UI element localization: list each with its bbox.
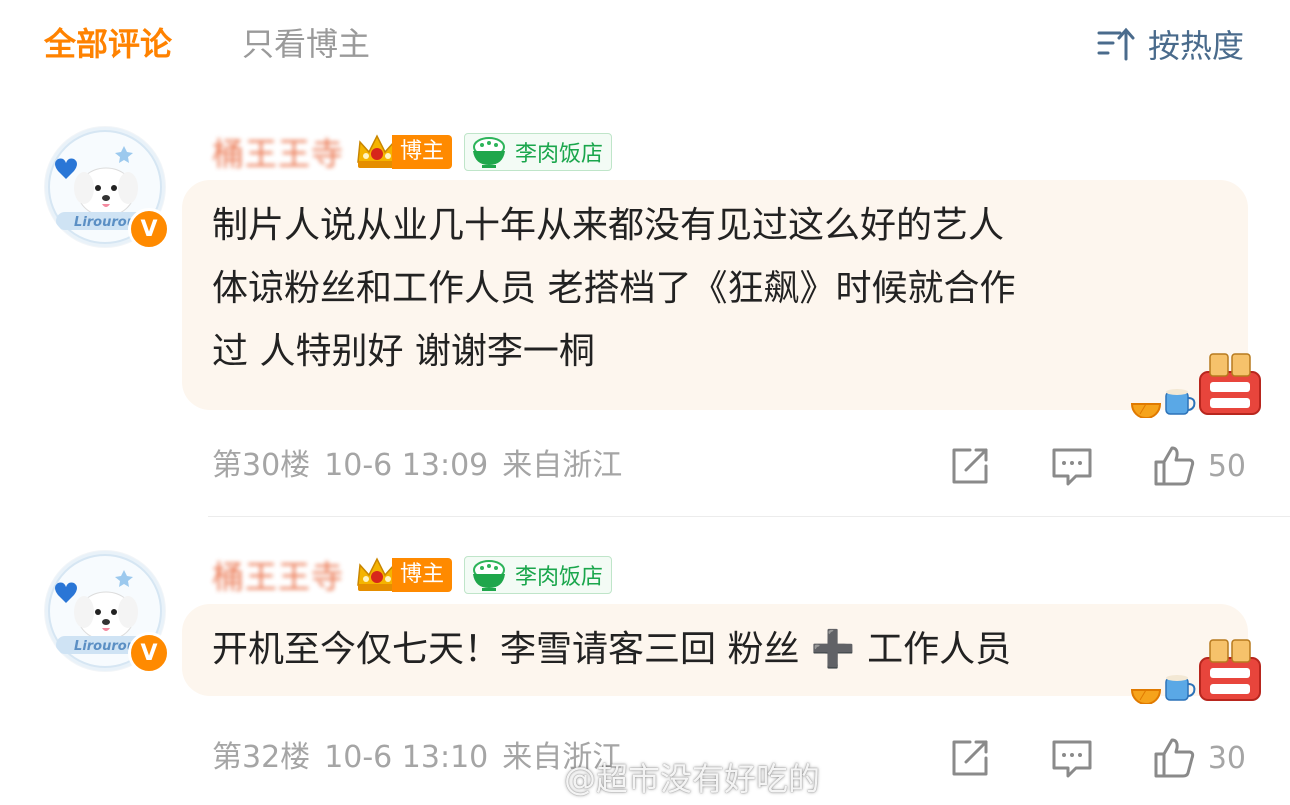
user-info: 桶王王寺 博主 李肉饭店 bbox=[212, 552, 613, 598]
rice-bowl-icon bbox=[473, 560, 506, 591]
comment-divider bbox=[208, 516, 1290, 517]
reply-icon[interactable] bbox=[1050, 444, 1094, 488]
user-name[interactable]: 桶王王寺 bbox=[212, 129, 344, 175]
rice-bowl-icon bbox=[473, 137, 506, 168]
avatar-text: Lirourou bbox=[74, 215, 136, 230]
tab-all-comments[interactable]: 全部评论 bbox=[44, 22, 172, 66]
reply-icon[interactable] bbox=[1050, 736, 1094, 780]
sort-button[interactable]: 按热度 bbox=[1096, 22, 1244, 66]
floor-number: 第30楼 bbox=[212, 448, 311, 483]
avatar-text: Lirourou bbox=[74, 639, 136, 654]
avatar[interactable]: Lirourou V bbox=[44, 550, 170, 674]
comment-text: 制片人说从业几十年从来都没有见过这么好的艺人 体谅粉丝和工作人员 老搭档了《狂飙… bbox=[212, 194, 1015, 383]
comment-tabs: 全部评论 只看博主 按热度 bbox=[0, 0, 1290, 88]
comment-location: 来自浙江 bbox=[502, 448, 623, 483]
comment-bubble: 制片人说从业几十年从来都没有见过这么好的艺人 体谅粉丝和工作人员 老搭档了《狂飙… bbox=[182, 180, 1261, 418]
sort-icon bbox=[1097, 27, 1135, 61]
fan-group-badge[interactable]: 李肉饭店 bbox=[464, 133, 613, 171]
avatar[interactable]: Lirourou V bbox=[44, 126, 170, 250]
watermark: @超市没有好吃的 bbox=[520, 754, 820, 800]
user-name[interactable]: 桶王王寺 bbox=[212, 552, 344, 598]
comment-time: 10-6 13:09 bbox=[324, 448, 489, 483]
comment-text-line: 制片人说从业几十年从来都没有见过这么好的艺人 bbox=[212, 205, 1005, 246]
like-count: 30 bbox=[1207, 740, 1246, 776]
comment-text-line: 体谅粉丝和工作人员 老搭档了《狂飙》时候就合作 bbox=[212, 268, 1016, 309]
watermark-text: @超市没有好吃的 bbox=[564, 760, 821, 798]
blogger-badge: 博主 bbox=[354, 556, 453, 594]
breakfast-decoration-icon bbox=[1130, 353, 1261, 418]
comment-actions: 30 bbox=[890, 736, 1246, 780]
comment-text-line: 过 人特别好 谢谢李一桐 bbox=[212, 331, 595, 372]
sort-label: 按热度 bbox=[1147, 27, 1244, 65]
blogger-badge-label: 博主 bbox=[392, 558, 453, 592]
like-icon[interactable] bbox=[1152, 736, 1196, 780]
user-info: 桶王王寺 博主 李肉饭店 bbox=[212, 129, 613, 175]
breakfast-decoration-icon bbox=[1130, 639, 1261, 704]
share-icon[interactable] bbox=[948, 444, 992, 488]
comment-meta: 第30楼 10-6 13:09 来自浙江 bbox=[212, 444, 636, 488]
comment-bubble: 开机至今仅七天！李雪请客三回 粉丝 ➕ 工作人员 bbox=[182, 604, 1261, 704]
weibo-logo-icon bbox=[520, 765, 558, 793]
verified-icon: V bbox=[128, 208, 170, 250]
comment-actions: 50 bbox=[890, 444, 1246, 488]
fan-group-label: 李肉饭店 bbox=[515, 142, 604, 167]
share-icon[interactable] bbox=[948, 736, 992, 780]
blogger-badge-label: 博主 bbox=[392, 135, 453, 169]
comment-time: 10-6 13:10 bbox=[324, 740, 489, 775]
comment-text: 开机至今仅七天！李雪请客三回 粉丝 ➕ 工作人员 bbox=[212, 618, 1011, 681]
verified-icon: V bbox=[128, 632, 170, 674]
floor-number: 第32楼 bbox=[212, 740, 311, 775]
like-count: 50 bbox=[1207, 448, 1246, 484]
tab-blogger-only[interactable]: 只看博主 bbox=[242, 22, 370, 66]
blogger-badge: 博主 bbox=[354, 133, 453, 171]
comment-text-line: 开机至今仅七天！李雪请客三回 粉丝 ➕ 工作人员 bbox=[212, 629, 1012, 670]
fan-group-label: 李肉饭店 bbox=[515, 565, 604, 590]
like-icon[interactable] bbox=[1152, 444, 1196, 488]
fan-group-badge[interactable]: 李肉饭店 bbox=[464, 556, 613, 594]
